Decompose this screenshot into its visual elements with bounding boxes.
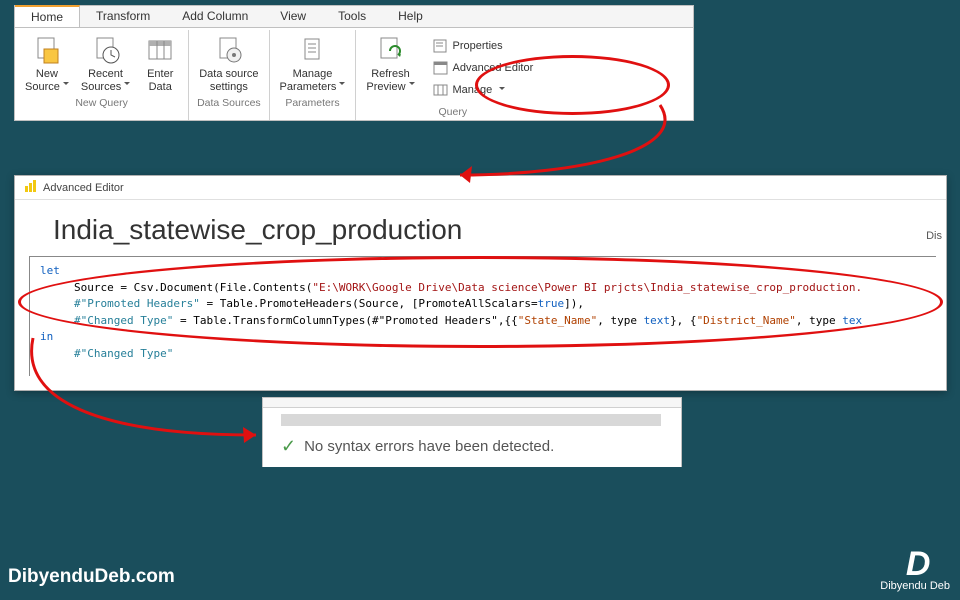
data-source-settings-button[interactable]: Data source settings	[195, 32, 262, 95]
dd-logo-icon: D	[880, 549, 950, 580]
recent-sources-button[interactable]: Recent Sources	[77, 32, 134, 95]
tab-tools[interactable]: Tools	[322, 6, 382, 27]
group-data-sources: Data source settings Data Sources	[189, 30, 269, 120]
ribbon-tabs: Home Transform Add Column View Tools Hel…	[15, 6, 693, 28]
tab-transform[interactable]: Transform	[80, 6, 166, 27]
editor-title-text: Advanced Editor	[43, 182, 124, 194]
display-options-truncated[interactable]: Dis	[926, 230, 942, 242]
recent-sources-label: Recent Sources	[81, 68, 130, 93]
status-message-text: No syntax errors have been detected.	[304, 438, 554, 455]
footer-site: DibyenduDeb.com	[8, 566, 175, 588]
ribbon-toolbar: Home Transform Add Column View Tools Hel…	[14, 5, 694, 121]
status-message-row: ✓ No syntax errors have been detected.	[263, 430, 681, 467]
properties-icon	[433, 38, 449, 54]
group-query-label: Query	[362, 104, 543, 119]
status-gray-bar	[281, 414, 661, 426]
new-source-icon	[31, 34, 63, 66]
data-source-settings-icon	[213, 34, 245, 66]
advanced-editor-button[interactable]: Advanced Editor	[429, 58, 538, 78]
check-icon: ✓	[281, 436, 296, 457]
footer-author-name: Dibyendu Deb	[880, 580, 950, 592]
properties-button[interactable]: Properties	[429, 36, 538, 56]
properties-label: Properties	[453, 40, 503, 52]
tab-help[interactable]: Help	[382, 6, 439, 27]
enter-data-icon	[144, 34, 176, 66]
group-parameters-label: Parameters	[276, 95, 350, 110]
advanced-editor-window: Advanced Editor India_statewise_crop_pro…	[14, 175, 947, 391]
query-name-heading: India_statewise_crop_production Dis	[15, 200, 946, 256]
status-top-strip	[263, 398, 681, 408]
ribbon-body: New Source Recent Sources Enter Data New…	[15, 28, 693, 120]
syntax-status-panel: ✓ No syntax errors have been detected.	[262, 397, 682, 467]
group-new-query: New Source Recent Sources Enter Data New…	[15, 30, 189, 120]
manage-button[interactable]: Manage	[429, 80, 538, 100]
group-data-sources-label: Data Sources	[195, 95, 262, 110]
enter-data-button[interactable]: Enter Data	[138, 32, 182, 95]
query-name-text: India_statewise_crop_production	[53, 214, 462, 245]
kw-let: let	[40, 264, 60, 277]
tab-add-column[interactable]: Add Column	[166, 6, 264, 27]
code-changed-type: #"Changed Type"	[74, 314, 173, 327]
advanced-editor-label: Advanced Editor	[453, 62, 534, 74]
editor-titlebar: Advanced Editor	[15, 176, 946, 200]
code-editor[interactable]: let Source = Csv.Document(File.Contents(…	[29, 256, 936, 376]
manage-label: Manage	[453, 84, 493, 96]
manage-parameters-label: Manage Parameters	[280, 68, 346, 93]
enter-data-label: Enter Data	[147, 68, 173, 93]
tab-home[interactable]: Home	[15, 5, 80, 27]
group-parameters: Manage Parameters Parameters	[270, 30, 357, 120]
tab-view[interactable]: View	[264, 6, 322, 27]
manage-parameters-button[interactable]: Manage Parameters	[276, 32, 350, 95]
refresh-preview-label: Refresh Preview	[366, 68, 414, 93]
new-source-button[interactable]: New Source	[21, 32, 73, 95]
refresh-icon	[374, 34, 406, 66]
kw-in: in	[40, 330, 53, 343]
recent-sources-icon	[90, 34, 122, 66]
powerbi-icon	[23, 179, 37, 196]
refresh-preview-button[interactable]: Refresh Preview	[362, 32, 418, 95]
code-final: #"Changed Type"	[74, 347, 173, 360]
footer-author: D Dibyendu Deb	[880, 549, 950, 592]
data-source-settings-label: Data source settings	[199, 68, 258, 93]
group-new-query-label: New Query	[21, 95, 182, 110]
manage-parameters-icon	[296, 34, 328, 66]
code-promoted-headers: #"Promoted Headers"	[74, 297, 200, 310]
advanced-editor-icon	[433, 60, 449, 76]
group-query: Refresh Preview Properties Advanced Edit…	[356, 30, 549, 120]
manage-icon	[433, 82, 449, 98]
code-line-source: Source =	[74, 281, 134, 294]
query-side-buttons: Properties Advanced Editor Manage	[423, 32, 544, 104]
new-source-label: New Source	[25, 68, 69, 93]
